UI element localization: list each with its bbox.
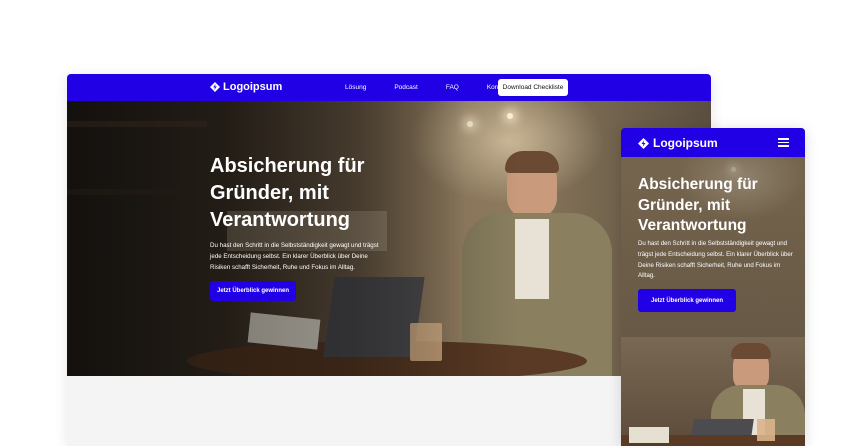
nav-link-podcast[interactable]: Podcast xyxy=(394,84,418,91)
logoipsum-mark-icon xyxy=(210,82,220,92)
desktop-content-area xyxy=(67,376,711,446)
logo-text: Logoipsum xyxy=(653,136,718,150)
desktop-navbar: Logoipsum Lösung Podcast FAQ Kontakt Dow… xyxy=(67,74,711,101)
logoipsum-mark-icon xyxy=(638,137,649,149)
mobile-navbar: Logoipsum xyxy=(621,128,805,157)
desktop-hero: Absicherung für Gründer, mit Verantwortu… xyxy=(67,101,711,376)
hero-cta-button[interactable]: Jetzt Überblick gewinnen xyxy=(210,281,296,301)
download-checkliste-button[interactable]: Download Checkliste xyxy=(498,79,568,96)
hero-overlay xyxy=(67,101,711,376)
mobile-hero-title: Absicherung für Gründer, mit Verantwortu… xyxy=(638,176,758,234)
desktop-logo[interactable]: Logoipsum xyxy=(210,81,282,93)
mobile-hero-text: Du hast den Schritt in die Selbstständig… xyxy=(638,240,793,280)
desktop-mockup: Logoipsum Lösung Podcast FAQ Kontakt Dow… xyxy=(67,74,711,446)
hero-title: Absicherung für Gründer, mit Verantwortu… xyxy=(210,155,365,231)
hero-text: Du hast den Schritt in die Selbstständig… xyxy=(210,242,379,271)
hamburger-menu-icon[interactable] xyxy=(778,138,789,147)
mobile-mockup: Logoipsum Absicherung für Gründer, mit V… xyxy=(621,128,805,446)
mobile-hero: Absicherung für Gründer, mit Verantwortu… xyxy=(621,157,805,446)
mobile-logo[interactable]: Logoipsum xyxy=(638,136,718,150)
nav-link-loesung[interactable]: Lösung xyxy=(345,84,366,91)
logo-text: Logoipsum xyxy=(223,81,283,93)
mobile-hero-cta-button[interactable]: Jetzt Überblick gewinnen xyxy=(638,289,736,312)
nav-link-faq[interactable]: FAQ xyxy=(446,84,459,91)
